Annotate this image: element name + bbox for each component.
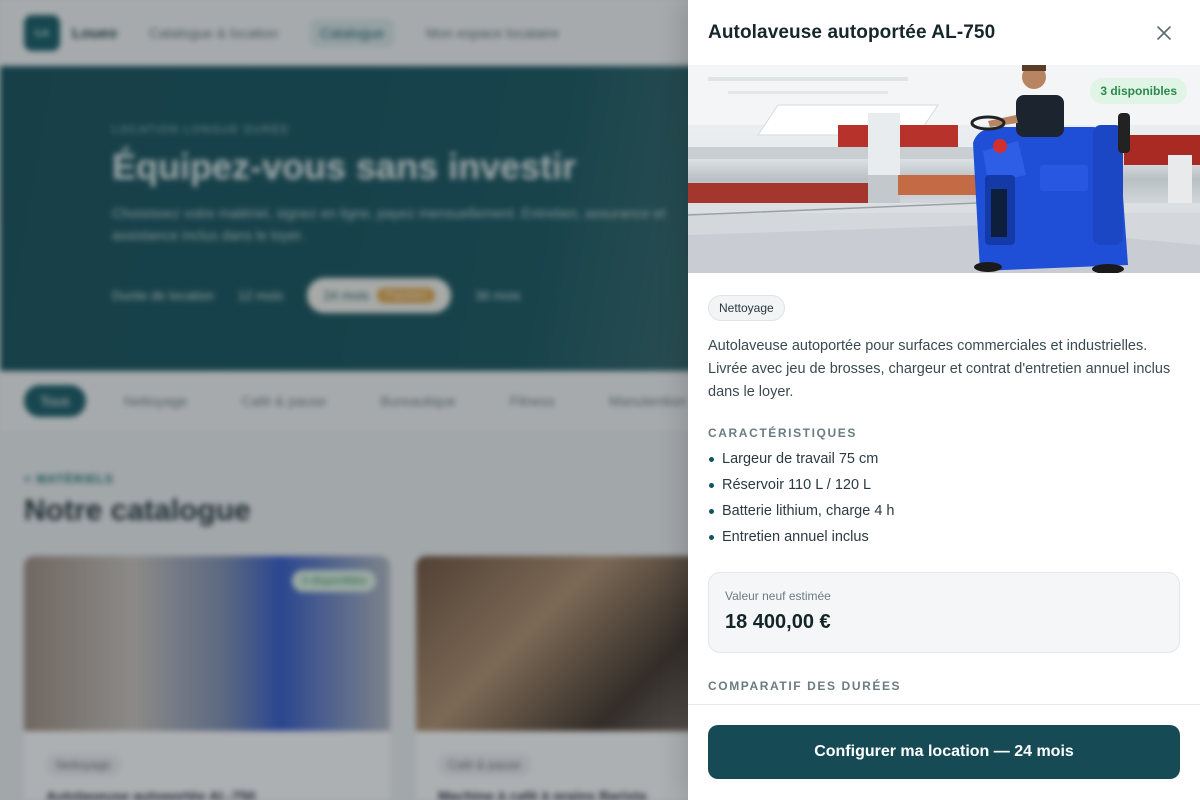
spec-item: Largeur de travail 75 cm [708, 446, 1180, 472]
product-description: Autolaveuse autoportée pour surfaces com… [708, 338, 1171, 400]
configure-rental-button[interactable]: Configurer ma location — 24 mois [708, 725, 1180, 779]
category-tag: Nettoyage [708, 295, 785, 321]
price-box: Valeur neuf estimée 18 400,00 € [708, 572, 1180, 653]
compare-heading: COMPARATIF DES DURÉES [708, 679, 902, 693]
price-value: 18 400,00 € [725, 611, 831, 633]
drawer-footer: Configurer ma location — 24 mois [688, 704, 1200, 800]
specs-list: Largeur de travail 75 cm Réservoir 110 L… [708, 446, 1180, 550]
product-photo: 3 disponibles [688, 65, 1200, 273]
close-icon [1157, 25, 1171, 40]
availability-badge: 3 disponibles [1090, 78, 1187, 104]
drawer-content: Nettoyage Autolaveuse autoportée pour su… [688, 273, 1200, 693]
spec-item: Entretien annuel inclus [708, 524, 1180, 550]
modal-backdrop[interactable] [0, 0, 688, 800]
product-detail-drawer: Autolaveuse autoportée AL-750 3 disponib… [688, 0, 1200, 800]
price-label: Valeur neuf estimée [725, 589, 831, 603]
spec-item: Réservoir 110 L / 120 L [708, 472, 1180, 498]
drawer-header: Autolaveuse autoportée AL-750 [688, 0, 1200, 65]
drawer-title: Autolaveuse autoportée AL-750 [708, 21, 996, 43]
specs-heading: CARACTÉRISTIQUES [708, 426, 857, 440]
spec-item: Batterie lithium, charge 4 h [708, 498, 1180, 524]
close-button[interactable] [1148, 17, 1180, 49]
